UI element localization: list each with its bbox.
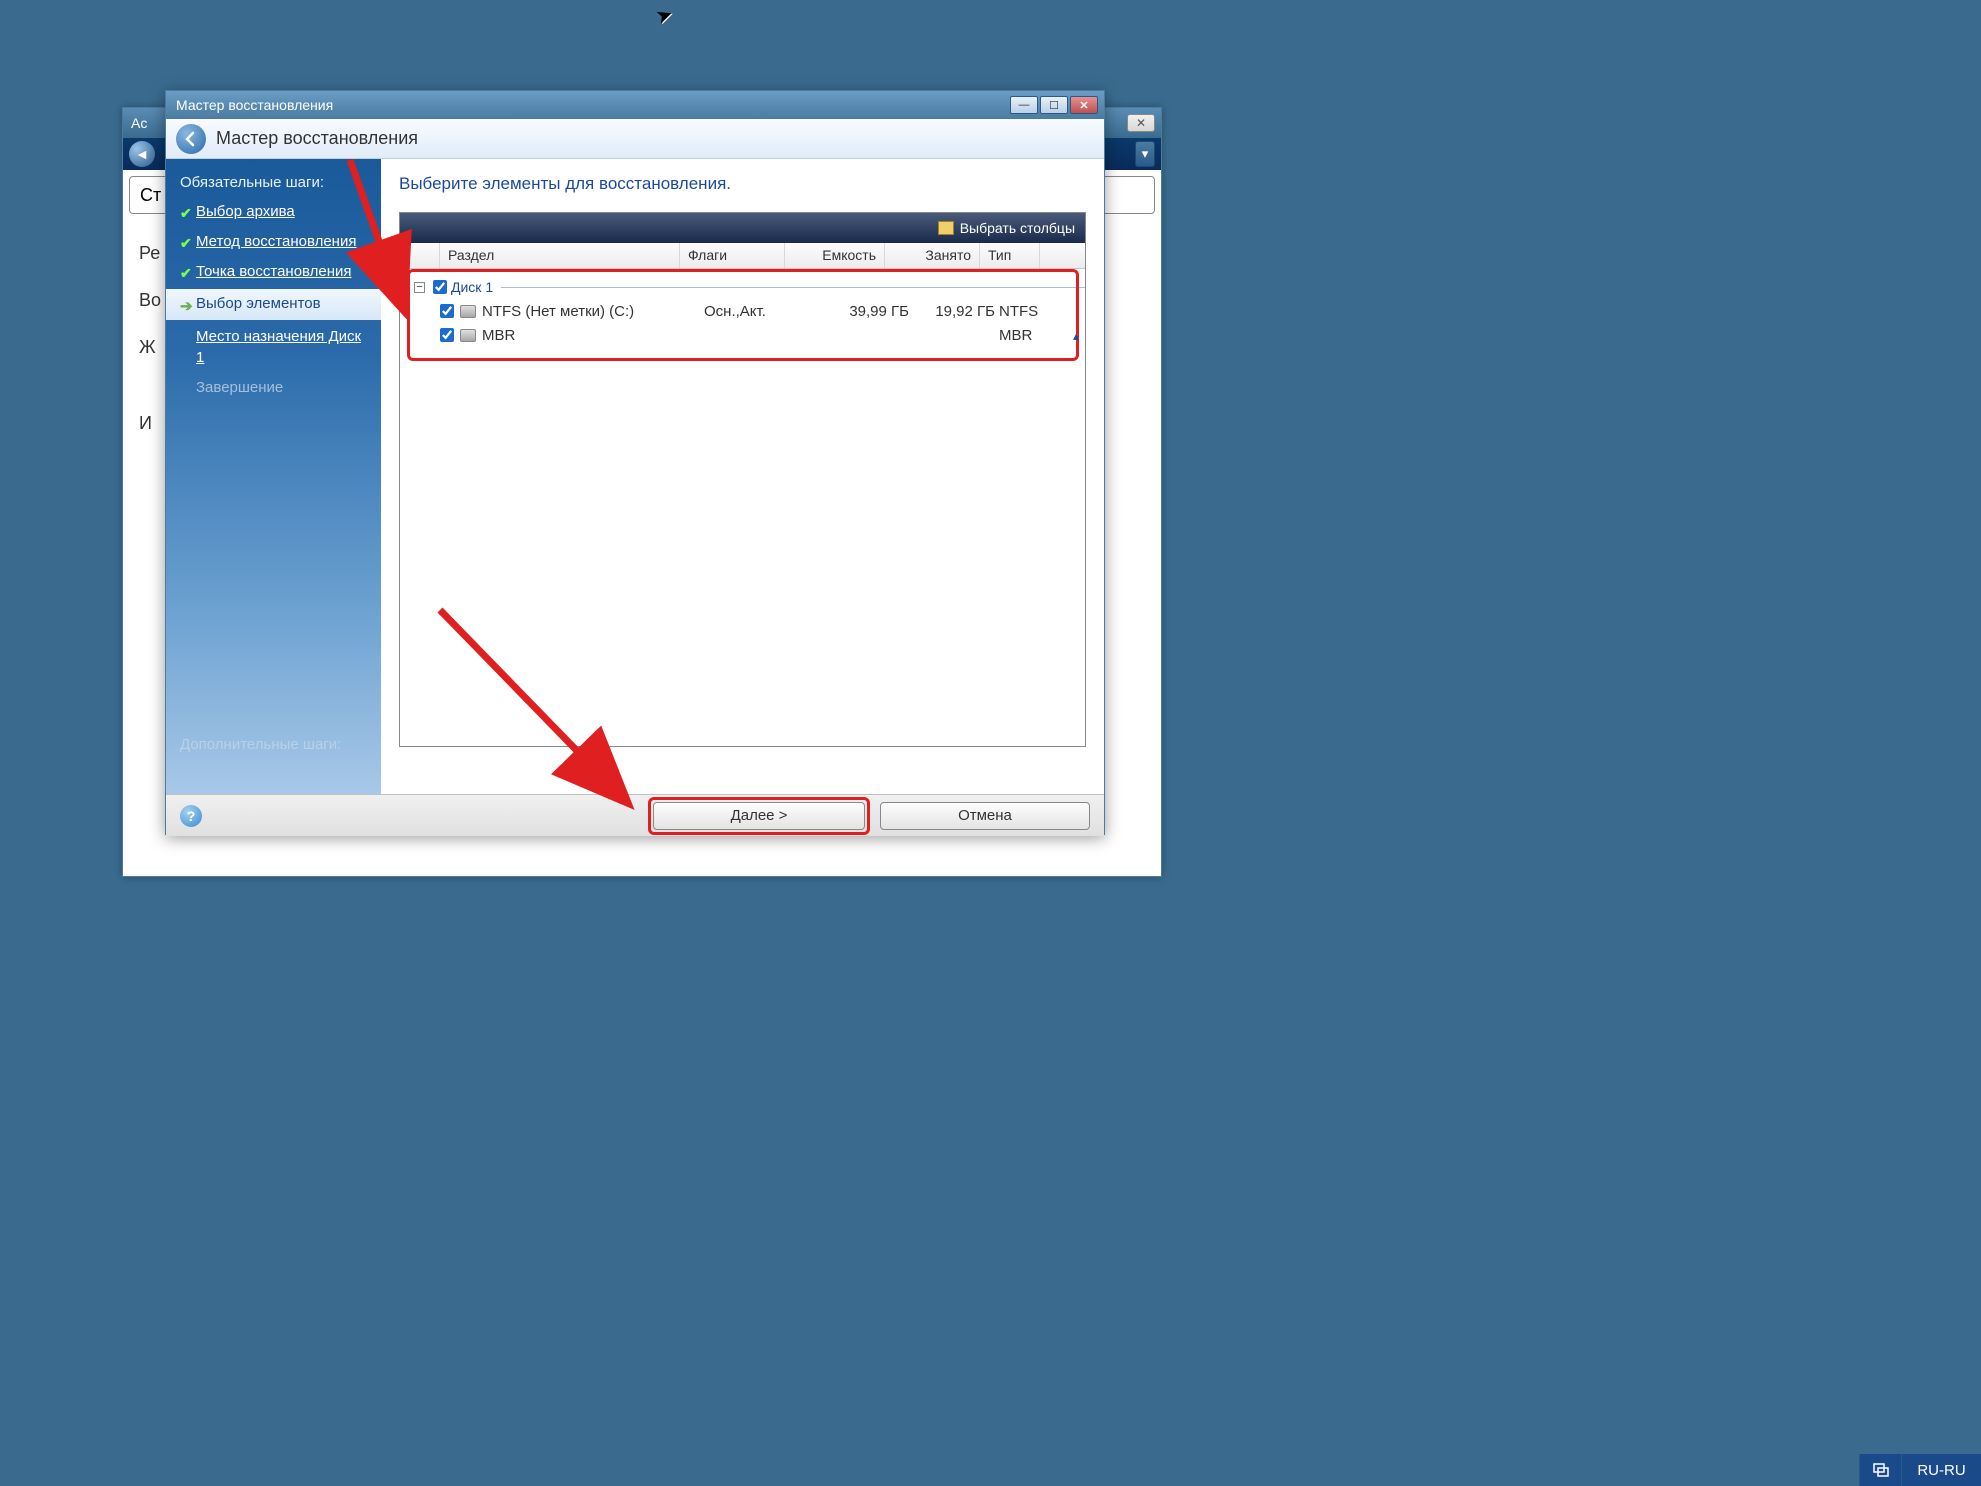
bg-dropdown-icon[interactable]: ▾: [1135, 141, 1155, 167]
partition-capacity: 39,99 ГБ: [809, 303, 909, 320]
bg-tab-0: Ст: [140, 185, 161, 206]
disk-checkbox[interactable]: [433, 280, 447, 294]
current-arrow-icon: ➔: [180, 297, 196, 315]
sidebar-step-destination[interactable]: Место назначения Диск 1: [166, 322, 381, 373]
partition-checkbox[interactable]: [440, 328, 454, 342]
help-button[interactable]: ?: [180, 805, 202, 827]
main-title: Выберите элементы для восстановления.: [399, 174, 1086, 194]
sidebar-step-method[interactable]: ✔ Метод восстановления: [166, 227, 381, 257]
next-button-highlight: Далее >: [648, 797, 870, 835]
list-toolbar: Выбрать столбцы: [400, 213, 1085, 243]
drive-icon: [460, 305, 476, 318]
close-button[interactable]: ✕: [1070, 96, 1098, 114]
wizard-title: Мастер восстановления: [172, 97, 1008, 113]
collapse-icon[interactable]: −: [414, 282, 425, 293]
taskbar-network-icon[interactable]: [1859, 1454, 1901, 1486]
disk-group-label: Диск 1: [451, 279, 493, 295]
col-used[interactable]: Занято: [885, 243, 980, 268]
minimize-button[interactable]: —: [1010, 96, 1038, 114]
sidebar-step-elements[interactable]: ➔ Выбор элементов: [166, 289, 381, 320]
partition-flags: Осн.,Акт.: [704, 303, 809, 320]
sidebar-step-finish: Завершение: [166, 373, 381, 403]
recovery-wizard-window: Мастер восстановления — ☐ ✕ Мастер восст…: [165, 90, 1105, 835]
mouse-cursor-icon: ➤: [652, 1, 676, 30]
disk-group-row[interactable]: − Диск 1: [400, 275, 1085, 299]
partition-checkbox[interactable]: [440, 304, 454, 318]
partition-name: NTFS (Нет метки) (C:): [482, 303, 704, 320]
check-icon: ✔: [180, 265, 196, 282]
bg-close-button[interactable]: ✕: [1127, 114, 1155, 132]
sidebar-step-point[interactable]: ✔ Точка восстановления: [166, 257, 381, 287]
partition-type: MBR: [999, 327, 1054, 344]
partition-list: Выбрать столбцы Раздел Флаги Емкость Зан…: [399, 212, 1086, 747]
wizard-header-title: Мастер восстановления: [216, 128, 418, 149]
sidebar-step-archive[interactable]: ✔ Выбор архива: [166, 197, 381, 227]
bg-back-icon[interactable]: ◄: [129, 141, 155, 167]
cancel-button[interactable]: Отмена: [880, 802, 1090, 830]
list-content: − Диск 1 NTFS (Нет метки) (C:) Осн.,Акт.…: [400, 269, 1085, 353]
partition-row-mbr[interactable]: MBR MBR: [400, 323, 1085, 347]
choose-columns-button[interactable]: Выбрать столбцы: [938, 220, 1075, 236]
col-capacity[interactable]: Емкость: [785, 243, 885, 268]
check-icon: ✔: [180, 205, 196, 222]
wizard-titlebar[interactable]: Мастер восстановления — ☐ ✕: [166, 91, 1104, 119]
wizard-main-panel: Выберите элементы для восстановления. Вы…: [381, 159, 1104, 794]
sidebar-optional-heading: Дополнительные шаги:: [180, 735, 341, 755]
back-button[interactable]: [176, 124, 206, 154]
columns-icon: [938, 221, 954, 235]
partition-row-ntfs[interactable]: NTFS (Нет метки) (C:) Осн.,Акт. 39,99 ГБ…: [400, 299, 1085, 323]
group-divider: [501, 287, 1085, 288]
taskbar-corner: RU-RU: [1859, 1454, 1981, 1486]
col-flags[interactable]: Флаги: [680, 243, 785, 268]
drive-icon: [460, 329, 476, 342]
partition-type: NTFS: [999, 303, 1054, 320]
scroll-up-icon[interactable]: ▴: [1073, 329, 1083, 339]
bg-window-title: Ac: [131, 115, 147, 131]
sidebar-heading: Обязательные шаги:: [166, 169, 381, 197]
partition-used: 19,92 ГБ: [909, 303, 999, 320]
list-header: Раздел Флаги Емкость Занято Тип: [400, 243, 1085, 269]
maximize-button[interactable]: ☐: [1040, 96, 1068, 114]
col-partition[interactable]: Раздел: [440, 243, 680, 268]
taskbar-language[interactable]: RU-RU: [1901, 1454, 1981, 1486]
next-button[interactable]: Далее >: [653, 802, 865, 830]
back-arrow-icon: [183, 131, 199, 147]
partition-name: MBR: [482, 327, 704, 344]
wizard-footer: ? Далее > Отмена: [166, 794, 1104, 836]
wizard-sidebar: Обязательные шаги: ✔ Выбор архива ✔ Мето…: [166, 159, 381, 794]
wizard-header: Мастер восстановления: [166, 119, 1104, 159]
col-type[interactable]: Тип: [980, 243, 1040, 268]
col-checkbox[interactable]: [400, 243, 440, 268]
check-icon: ✔: [180, 235, 196, 252]
